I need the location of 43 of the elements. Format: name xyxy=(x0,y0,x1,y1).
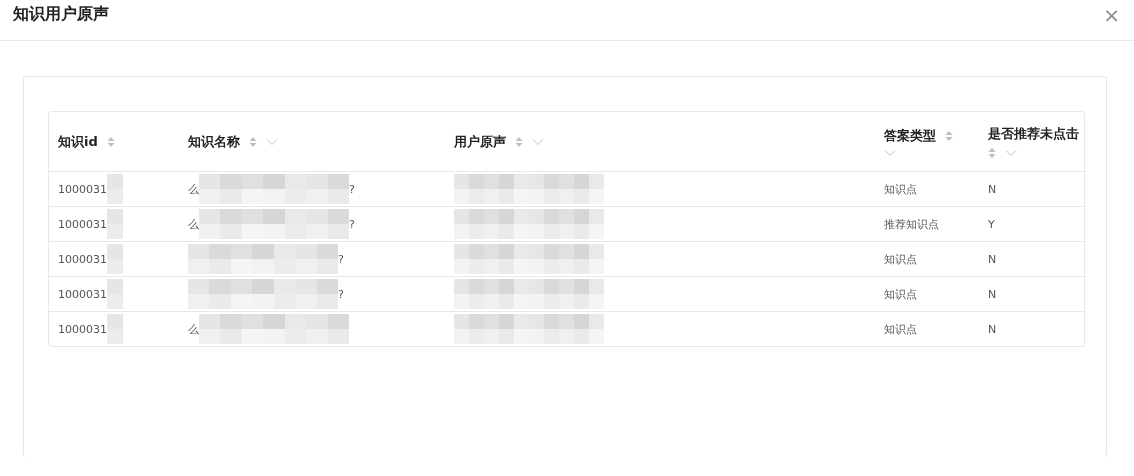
table-cell: 1000031 xyxy=(58,252,107,266)
column-header[interactable]: 是否推荐未点击 xyxy=(979,112,1084,172)
table-cell: 么 xyxy=(188,216,199,232)
column-header[interactable]: 知识名称 xyxy=(179,112,445,172)
sort-icon[interactable] xyxy=(106,135,115,148)
sort-icon[interactable] xyxy=(249,135,257,148)
filter-icon[interactable] xyxy=(266,137,278,146)
table-cell: N xyxy=(988,322,997,336)
filter-icon[interactable] xyxy=(1005,148,1017,157)
table-cell: Y xyxy=(988,217,995,231)
table-cell: 1000031 xyxy=(58,217,107,231)
table-cell: ? xyxy=(338,287,344,301)
table-cell: 1000031 xyxy=(58,322,107,336)
table-cell: 知识点 xyxy=(884,321,917,337)
table-cell: N xyxy=(988,182,997,196)
table-cell: 知识点 xyxy=(884,286,917,302)
column-header[interactable]: 答案类型 xyxy=(875,112,979,172)
dialog-title: 知识用户原声 xyxy=(13,3,109,25)
sort-icon[interactable] xyxy=(515,135,523,148)
column-title: 知识名称 xyxy=(188,132,240,151)
column-title: 答案类型 xyxy=(884,126,936,145)
table-cell: 1000031 xyxy=(58,287,107,301)
column-title: 知识id xyxy=(58,132,98,151)
column-header[interactable]: 知识id xyxy=(49,112,179,172)
table-cell: ? xyxy=(338,252,344,266)
table-cell: ? xyxy=(349,182,355,196)
table-cell: N xyxy=(988,287,997,301)
column-title: 是否推荐未点击 xyxy=(988,124,1079,143)
table-cell: 知识点 xyxy=(884,251,917,267)
table-cell: ? xyxy=(349,217,355,231)
table-cell: N xyxy=(988,252,997,266)
sort-icon[interactable] xyxy=(988,146,996,159)
sort-icon[interactable] xyxy=(945,129,953,142)
table-cell: 推荐知识点 xyxy=(884,216,939,232)
column-header[interactable]: 用户原声 xyxy=(445,112,875,172)
table-cell: 知识点 xyxy=(884,181,917,197)
close-button[interactable]: × xyxy=(1101,5,1122,25)
table-cell: 1000031 xyxy=(58,182,107,196)
table-cell: 么 xyxy=(188,181,199,197)
column-title: 用户原声 xyxy=(454,132,506,151)
table-cell: 么 xyxy=(188,321,199,337)
filter-icon[interactable] xyxy=(884,148,896,157)
filter-icon[interactable] xyxy=(532,137,544,146)
